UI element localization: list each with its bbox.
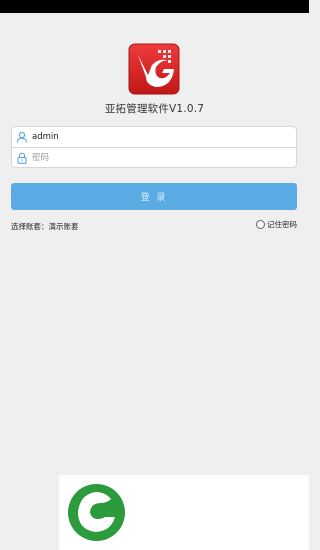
login-button[interactable]: 登 录	[11, 183, 297, 210]
app-title: 亚拓管理软件V1.0.7	[104, 103, 205, 115]
remember-password-radio[interactable]	[256, 220, 265, 229]
login-form	[11, 126, 297, 168]
username-input[interactable]	[32, 132, 272, 142]
ad-banner[interactable]	[59, 475, 309, 550]
remember-password-toggle[interactable]: 记住密码	[256, 219, 297, 230]
user-icon	[16, 131, 28, 143]
green-leaf-g-icon	[67, 483, 126, 542]
password-row	[12, 148, 296, 168]
status-bar	[0, 0, 309, 13]
remember-password-label: 记住密码	[267, 220, 297, 229]
select-account-link[interactable]: 选择账套：演示账套	[11, 221, 79, 232]
username-row	[12, 127, 296, 147]
account-options-row: 选择账套：演示账套 记住密码	[11, 219, 297, 231]
app-logo-icon	[128, 43, 180, 95]
lock-icon	[16, 152, 28, 164]
password-input[interactable]	[32, 153, 272, 163]
